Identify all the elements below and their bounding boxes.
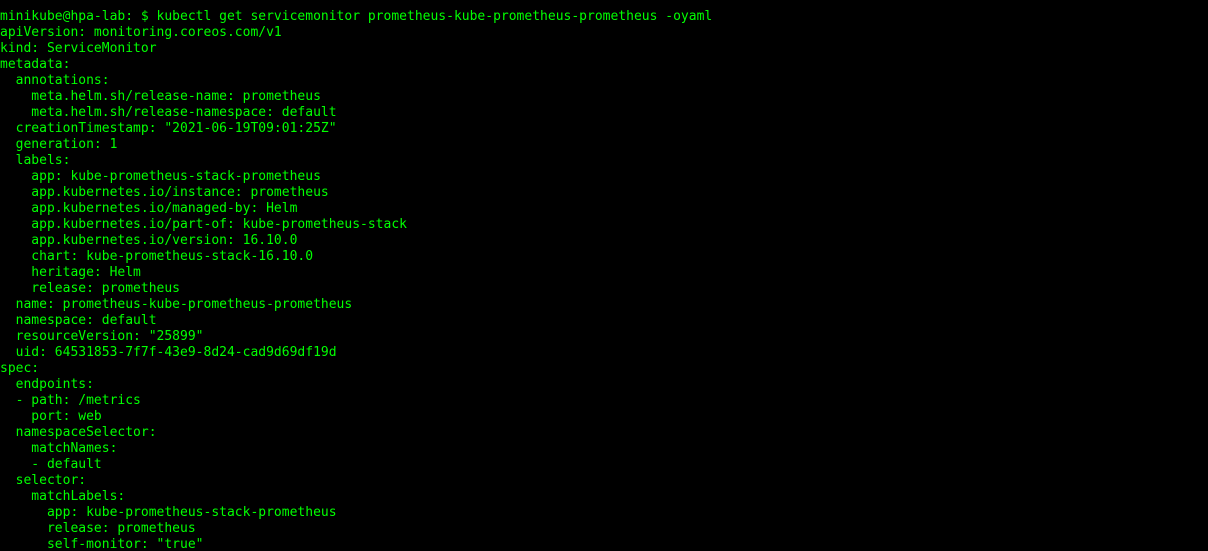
yaml-line: endpoints:	[0, 377, 94, 392]
terminal-prompt-line: minikube@hpa-lab: $ kubectl get servicem…	[0, 9, 713, 24]
terminal-window[interactable]: minikube@hpa-lab: $ kubectl get servicem…	[0, 0, 1208, 551]
yaml-line: spec:	[0, 361, 40, 376]
yaml-line: app.kubernetes.io/version: 16.10.0	[0, 233, 298, 248]
yaml-line: selector:	[0, 473, 87, 488]
yaml-line: annotations:	[0, 73, 110, 88]
yaml-line: - default	[0, 457, 102, 472]
yaml-line: meta.helm.sh/release-namespace: default	[0, 105, 337, 120]
yaml-line: app: kube-prometheus-stack-prometheus	[0, 505, 337, 520]
yaml-line: resourceVersion: "25899"	[0, 329, 204, 344]
yaml-line: apiVersion: monitoring.coreos.com/v1	[0, 25, 282, 40]
yaml-line: namespaceSelector:	[0, 425, 157, 440]
yaml-line: app.kubernetes.io/managed-by: Helm	[0, 201, 298, 216]
yaml-line: app: kube-prometheus-stack-prometheus	[0, 169, 321, 184]
yaml-line: labels:	[0, 153, 71, 168]
yaml-line: chart: kube-prometheus-stack-16.10.0	[0, 249, 314, 264]
terminal-output: minikube@hpa-lab: $ kubectl get servicem…	[0, 0, 712, 551]
yaml-line: heritage: Helm	[0, 265, 141, 280]
yaml-line: release: prometheus	[0, 281, 181, 296]
yaml-line: matchLabels:	[0, 489, 126, 504]
yaml-line: namespace: default	[0, 313, 157, 328]
yaml-line: app.kubernetes.io/instance: prometheus	[0, 185, 329, 200]
yaml-line: meta.helm.sh/release-name: prometheus	[0, 89, 321, 104]
yaml-line: - path: /metrics	[0, 393, 141, 408]
yaml-line: self-monitor: "true"	[0, 537, 204, 551]
yaml-line: kind: ServiceMonitor	[0, 41, 157, 56]
yaml-line: uid: 64531853-7f7f-43e9-8d24-cad9d69df19…	[0, 345, 337, 360]
yaml-line: creationTimestamp: "2021-06-19T09:01:25Z…	[0, 121, 337, 136]
yaml-line: release: prometheus	[0, 521, 196, 536]
yaml-line: port: web	[0, 409, 102, 424]
yaml-line: generation: 1	[0, 137, 118, 152]
yaml-line: matchNames:	[0, 441, 118, 456]
terminal-partial-line	[0, 0, 712, 9]
yaml-line: metadata:	[0, 57, 71, 72]
yaml-line: name: prometheus-kube-prometheus-prometh…	[0, 297, 353, 312]
yaml-line: app.kubernetes.io/part-of: kube-promethe…	[0, 217, 407, 232]
